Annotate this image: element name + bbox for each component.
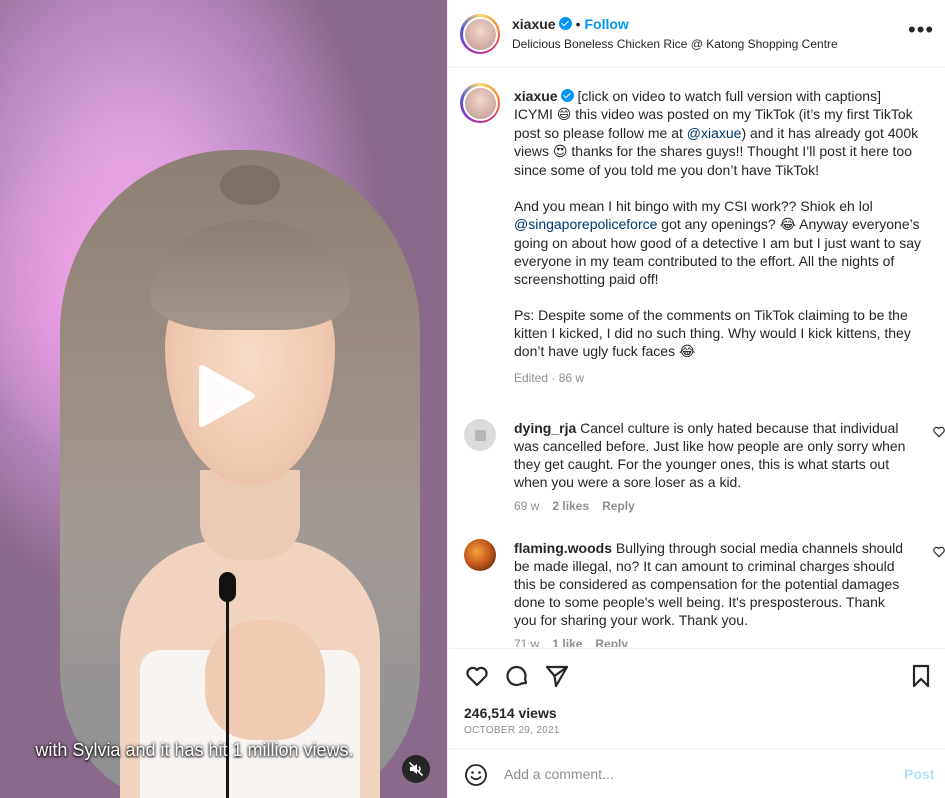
commenter-avatar[interactable] <box>464 419 496 451</box>
mention-link-singaporepoliceforce[interactable]: @singaporepoliceforce <box>514 216 657 232</box>
comments-scroll-area[interactable]: xiaxue [click on video to watch full ver… <box>448 69 945 647</box>
post-comment-button[interactable]: Post <box>904 766 934 782</box>
heart-eyes-emoji-icon: 😍 <box>552 144 568 160</box>
follow-button[interactable]: Follow <box>585 16 629 32</box>
laughing-emoji-icon: 😂 <box>679 344 696 360</box>
video-subtitle: with Sylvia and it has hit 1 million vie… <box>35 740 354 760</box>
share-paper-plane-icon[interactable] <box>544 663 570 689</box>
post-header: xiaxue • Follow Delicious Boneless Chicken… <box>448 0 945 68</box>
post-location[interactable]: Delicious Boneless Chicken Rice @ Katong… <box>512 37 838 51</box>
comment-meta: 71 w 1 like Reply <box>514 637 641 647</box>
like-comment-heart-icon[interactable] <box>932 545 945 559</box>
verified-badge-icon <box>558 17 572 30</box>
more-options-icon[interactable]: ••• <box>908 19 933 44</box>
mute-button[interactable] <box>402 755 430 783</box>
author-avatar[interactable] <box>460 14 500 54</box>
commenter-username[interactable]: dying_rja <box>514 420 576 436</box>
comment-age: 71 w <box>514 637 540 647</box>
microphone-cable <box>226 600 229 798</box>
comment-bubble-icon[interactable] <box>504 663 530 689</box>
post-details-panel: xiaxue • Follow Delicious Boneless Chicken… <box>447 0 945 798</box>
caption-p1-a: ICYMI <box>514 106 557 122</box>
laughing-emoji-icon: 😂 <box>779 217 796 233</box>
commenter-username[interactable]: flaming.woods <box>514 540 612 556</box>
caption-meta: Edited · 86 w <box>514 371 585 385</box>
commenter-avatar[interactable] <box>464 539 496 571</box>
comment-text: dying_rja Cancel culture is only hated b… <box>514 419 906 491</box>
video-person-hand <box>205 620 325 740</box>
save-bookmark-icon[interactable] <box>908 663 934 689</box>
post-date[interactable]: OCTOBER 29, 2021 <box>464 725 560 736</box>
like-heart-icon[interactable] <box>464 663 490 689</box>
comment-age: 69 w <box>514 499 540 513</box>
view-count[interactable]: 246,514 views <box>464 705 557 721</box>
caption-p1-d: thanks for the shares guys!! Thought I’l… <box>514 143 913 178</box>
caption-p2-b: got any openings? <box>657 216 780 232</box>
grin-emoji-icon: 😄 <box>556 107 572 123</box>
comment-input[interactable] <box>504 762 884 786</box>
reply-button[interactable]: Reply <box>602 499 635 513</box>
post-actions: 246,514 views OCTOBER 29, 2021 <box>448 648 945 748</box>
comment-likes[interactable]: 2 likes <box>552 499 589 513</box>
emoji-picker-icon[interactable] <box>464 763 488 787</box>
caption-author-avatar[interactable] <box>460 83 500 123</box>
mention-link-xiaxue[interactable]: @xiaxue <box>687 125 742 141</box>
play-icon[interactable] <box>188 360 260 432</box>
caption-text: xiaxue [click on video to watch full ver… <box>514 87 924 387</box>
caption-first-line: [click on video to watch full version wi… <box>577 88 881 104</box>
comment-meta: 69 w 2 likes Reply <box>514 499 648 513</box>
caption-username[interactable]: xiaxue <box>514 88 558 104</box>
caption-p2-a: And you mean I hit bingo with my CSI wor… <box>514 198 873 214</box>
separator-dot: • <box>575 16 581 32</box>
video-player[interactable]: with Sylvia and it has hit 1 million vie… <box>0 0 447 798</box>
add-comment-bar: Post <box>448 748 945 798</box>
caption-p3-a: Ps: Despite some of the comments on TikT… <box>514 307 911 359</box>
like-comment-heart-icon[interactable] <box>932 425 945 439</box>
verified-badge-icon <box>560 89 574 102</box>
comment-likes[interactable]: 1 like <box>552 637 582 647</box>
microphone <box>219 572 236 602</box>
author-username[interactable]: xiaxue <box>512 16 556 32</box>
comment-text: flaming.woods Bullying through social me… <box>514 539 906 629</box>
muted-speaker-icon <box>408 761 424 777</box>
header-name-line: xiaxue • Follow <box>512 16 629 32</box>
video-person-bun <box>220 165 280 205</box>
reply-button[interactable]: Reply <box>595 637 628 647</box>
